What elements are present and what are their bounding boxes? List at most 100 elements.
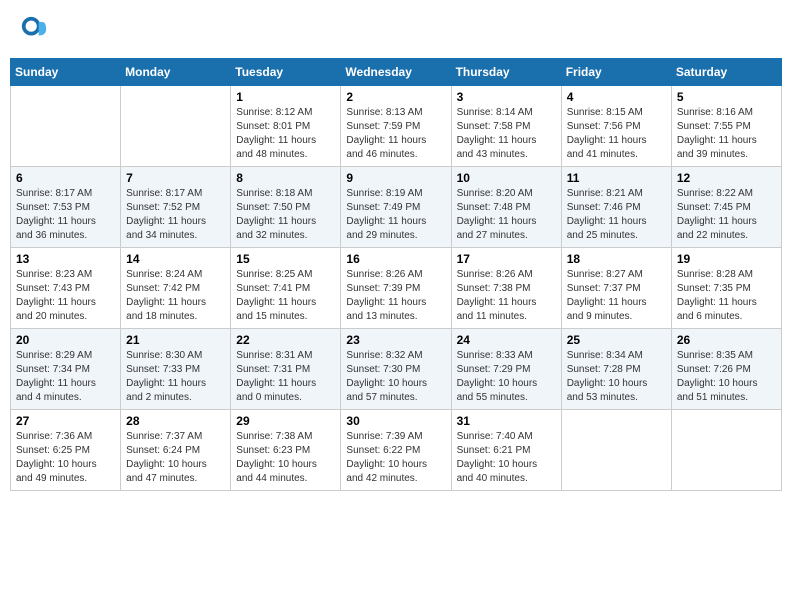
day-info: Sunrise: 8:17 AM Sunset: 7:52 PM Dayligh… <box>126 187 225 243</box>
day-info: Sunrise: 7:39 AM Sunset: 6:22 PM Dayligh… <box>346 430 445 486</box>
day-number: 10 <box>457 171 556 185</box>
calendar-cell: 29 Sunrise: 7:38 AM Sunset: 6:23 PM Dayli… <box>231 410 341 491</box>
day-info: Sunrise: 8:29 AM Sunset: 7:34 PM Dayligh… <box>16 349 115 405</box>
day-number: 9 <box>346 171 445 185</box>
day-info: Sunrise: 8:16 AM Sunset: 7:55 PM Dayligh… <box>677 106 776 162</box>
day-info: Sunrise: 8:34 AM Sunset: 7:28 PM Dayligh… <box>567 349 666 405</box>
day-number: 3 <box>457 90 556 104</box>
day-number: 7 <box>126 171 225 185</box>
logo <box>20 15 50 43</box>
day-info: Sunrise: 8:28 AM Sunset: 7:35 PM Dayligh… <box>677 268 776 324</box>
day-number: 25 <box>567 333 666 347</box>
calendar-header: SundayMondayTuesdayWednesdayThursdayFrid… <box>11 59 782 86</box>
day-info: Sunrise: 7:38 AM Sunset: 6:23 PM Dayligh… <box>236 430 335 486</box>
calendar-cell: 22 Sunrise: 8:31 AM Sunset: 7:31 PM Dayli… <box>231 329 341 410</box>
calendar-cell: 13 Sunrise: 8:23 AM Sunset: 7:43 PM Dayli… <box>11 248 121 329</box>
day-number: 17 <box>457 252 556 266</box>
day-number: 16 <box>346 252 445 266</box>
calendar-cell: 3Sunrise: 8:14 AM Sunset: 7:58 PM Daylig… <box>451 86 561 167</box>
calendar-cell: 30 Sunrise: 7:39 AM Sunset: 6:22 PM Dayli… <box>341 410 451 491</box>
day-info: Sunrise: 8:30 AM Sunset: 7:33 PM Dayligh… <box>126 349 225 405</box>
calendar-cell <box>11 86 121 167</box>
day-number: 6 <box>16 171 115 185</box>
calendar-cell: 10 Sunrise: 8:20 AM Sunset: 7:48 PM Dayli… <box>451 167 561 248</box>
day-info: Sunrise: 8:17 AM Sunset: 7:53 PM Dayligh… <box>16 187 115 243</box>
calendar-cell <box>671 410 781 491</box>
calendar-cell: 23Sunrise: 8:32 AM Sunset: 7:30 PM Dayli… <box>341 329 451 410</box>
calendar-cell: 31Sunrise: 7:40 AM Sunset: 6:21 PM Dayli… <box>451 410 561 491</box>
day-number: 23 <box>346 333 445 347</box>
day-info: Sunrise: 8:25 AM Sunset: 7:41 PM Dayligh… <box>236 268 335 324</box>
calendar-cell: 4 Sunrise: 8:15 AM Sunset: 7:56 PM Daylig… <box>561 86 671 167</box>
calendar-cell: 14 Sunrise: 8:24 AM Sunset: 7:42 PM Dayli… <box>121 248 231 329</box>
calendar-cell: 15 Sunrise: 8:25 AM Sunset: 7:41 PM Dayli… <box>231 248 341 329</box>
day-number: 28 <box>126 414 225 428</box>
header-day: Friday <box>561 59 671 86</box>
day-number: 15 <box>236 252 335 266</box>
calendar-cell: 9 Sunrise: 8:19 AM Sunset: 7:49 PM Daylig… <box>341 167 451 248</box>
calendar-table: SundayMondayTuesdayWednesdayThursdayFrid… <box>10 58 782 491</box>
day-info: Sunrise: 7:36 AM Sunset: 6:25 PM Dayligh… <box>16 430 115 486</box>
day-number: 4 <box>567 90 666 104</box>
page-header <box>10 10 782 48</box>
day-info: Sunrise: 8:23 AM Sunset: 7:43 PM Dayligh… <box>16 268 115 324</box>
day-number: 24 <box>457 333 556 347</box>
day-number: 14 <box>126 252 225 266</box>
day-info: Sunrise: 8:19 AM Sunset: 7:49 PM Dayligh… <box>346 187 445 243</box>
day-info: Sunrise: 8:20 AM Sunset: 7:48 PM Dayligh… <box>457 187 556 243</box>
calendar-cell: 24 Sunrise: 8:33 AM Sunset: 7:29 PM Dayli… <box>451 329 561 410</box>
day-number: 27 <box>16 414 115 428</box>
calendar-cell: 28 Sunrise: 7:37 AM Sunset: 6:24 PM Dayli… <box>121 410 231 491</box>
day-info: Sunrise: 8:26 AM Sunset: 7:39 PM Dayligh… <box>346 268 445 324</box>
day-number: 29 <box>236 414 335 428</box>
day-info: Sunrise: 8:22 AM Sunset: 7:45 PM Dayligh… <box>677 187 776 243</box>
header-day: Saturday <box>671 59 781 86</box>
calendar-cell: 27 Sunrise: 7:36 AM Sunset: 6:25 PM Dayli… <box>11 410 121 491</box>
calendar-week: 1Sunrise: 8:12 AM Sunset: 8:01 PM Daylig… <box>11 86 782 167</box>
day-number: 30 <box>346 414 445 428</box>
day-number: 11 <box>567 171 666 185</box>
calendar-cell: 26 Sunrise: 8:35 AM Sunset: 7:26 PM Dayli… <box>671 329 781 410</box>
day-info: Sunrise: 8:27 AM Sunset: 7:37 PM Dayligh… <box>567 268 666 324</box>
calendar-body: 1Sunrise: 8:12 AM Sunset: 8:01 PM Daylig… <box>11 86 782 491</box>
day-info: Sunrise: 8:15 AM Sunset: 7:56 PM Dayligh… <box>567 106 666 162</box>
day-info: Sunrise: 8:18 AM Sunset: 7:50 PM Dayligh… <box>236 187 335 243</box>
calendar-cell: 21Sunrise: 8:30 AM Sunset: 7:33 PM Dayli… <box>121 329 231 410</box>
calendar-cell: 11 Sunrise: 8:21 AM Sunset: 7:46 PM Dayli… <box>561 167 671 248</box>
day-number: 5 <box>677 90 776 104</box>
calendar-week: 6 Sunrise: 8:17 AM Sunset: 7:53 PM Daylig… <box>11 167 782 248</box>
calendar-week: 27 Sunrise: 7:36 AM Sunset: 6:25 PM Dayli… <box>11 410 782 491</box>
day-info: Sunrise: 7:37 AM Sunset: 6:24 PM Dayligh… <box>126 430 225 486</box>
calendar-cell: 16 Sunrise: 8:26 AM Sunset: 7:39 PM Dayli… <box>341 248 451 329</box>
day-number: 13 <box>16 252 115 266</box>
day-number: 31 <box>457 414 556 428</box>
calendar-cell: 1Sunrise: 8:12 AM Sunset: 8:01 PM Daylig… <box>231 86 341 167</box>
day-info: Sunrise: 8:24 AM Sunset: 7:42 PM Dayligh… <box>126 268 225 324</box>
calendar-cell <box>121 86 231 167</box>
day-info: Sunrise: 8:13 AM Sunset: 7:59 PM Dayligh… <box>346 106 445 162</box>
calendar-cell: 19Sunrise: 8:28 AM Sunset: 7:35 PM Dayli… <box>671 248 781 329</box>
day-info: Sunrise: 8:35 AM Sunset: 7:26 PM Dayligh… <box>677 349 776 405</box>
day-info: Sunrise: 8:21 AM Sunset: 7:46 PM Dayligh… <box>567 187 666 243</box>
header-day: Tuesday <box>231 59 341 86</box>
logo-icon <box>20 15 48 43</box>
calendar-cell: 17 Sunrise: 8:26 AM Sunset: 7:38 PM Dayli… <box>451 248 561 329</box>
calendar-cell: 7 Sunrise: 8:17 AM Sunset: 7:52 PM Daylig… <box>121 167 231 248</box>
calendar-cell: 20Sunrise: 8:29 AM Sunset: 7:34 PM Dayli… <box>11 329 121 410</box>
calendar-cell: 12 Sunrise: 8:22 AM Sunset: 7:45 PM Dayli… <box>671 167 781 248</box>
day-info: Sunrise: 8:31 AM Sunset: 7:31 PM Dayligh… <box>236 349 335 405</box>
day-info: Sunrise: 8:33 AM Sunset: 7:29 PM Dayligh… <box>457 349 556 405</box>
calendar-cell: 8Sunrise: 8:18 AM Sunset: 7:50 PM Daylig… <box>231 167 341 248</box>
day-number: 2 <box>346 90 445 104</box>
calendar-cell <box>561 410 671 491</box>
calendar-cell: 5 Sunrise: 8:16 AM Sunset: 7:55 PM Daylig… <box>671 86 781 167</box>
calendar-cell: 18Sunrise: 8:27 AM Sunset: 7:37 PM Dayli… <box>561 248 671 329</box>
day-number: 26 <box>677 333 776 347</box>
day-number: 1 <box>236 90 335 104</box>
calendar-week: 13 Sunrise: 8:23 AM Sunset: 7:43 PM Dayli… <box>11 248 782 329</box>
day-number: 12 <box>677 171 776 185</box>
header-day: Wednesday <box>341 59 451 86</box>
header-day: Sunday <box>11 59 121 86</box>
day-info: Sunrise: 8:26 AM Sunset: 7:38 PM Dayligh… <box>457 268 556 324</box>
day-number: 22 <box>236 333 335 347</box>
